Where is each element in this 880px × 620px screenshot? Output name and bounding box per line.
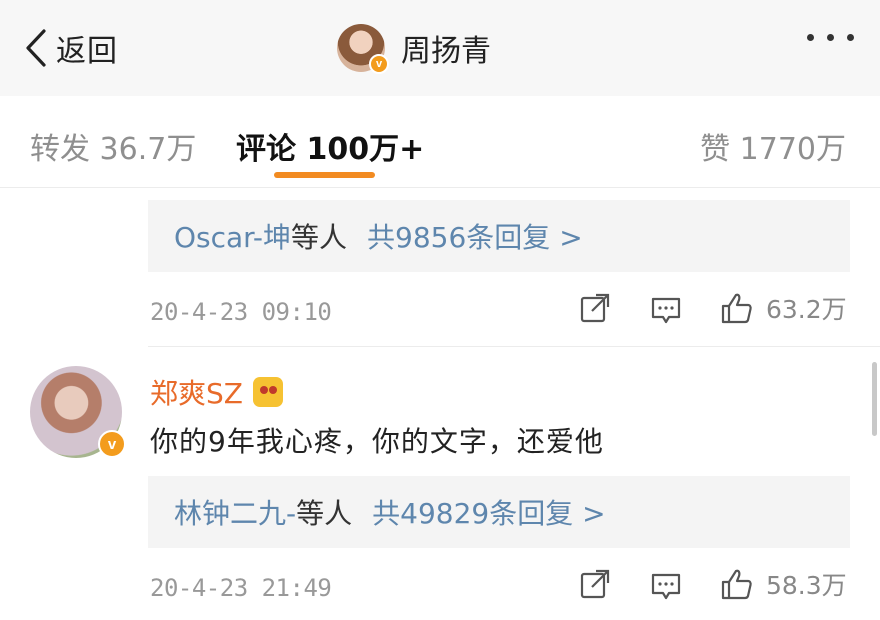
reply-suffix: 等人 — [296, 497, 353, 530]
more-dot — [807, 34, 814, 41]
comment-username[interactable]: 郑爽SZ — [150, 372, 283, 412]
top-bar: 返回 v 周扬青 — [0, 0, 880, 96]
tab-likes[interactable]: 赞 1770万 — [700, 124, 846, 168]
comment-timestamp: 20-4-23 21:49 — [150, 574, 332, 602]
comment-username-text: 郑爽SZ — [150, 377, 243, 410]
verified-badge-icon: v — [369, 54, 389, 74]
reply-count-link[interactable]: 共9856条回复 > — [367, 216, 583, 256]
share-icon[interactable] — [579, 568, 611, 600]
share-icon[interactable] — [579, 292, 611, 324]
comment-divider — [148, 346, 880, 347]
reply-suffix: 等人 — [291, 221, 348, 254]
comment-timestamp: 20-4-23 09:10 — [150, 298, 332, 326]
replies-preview[interactable]: 林钟二九- 等人 共49829条回复 > — [148, 476, 850, 548]
thumbs-up-icon — [721, 569, 752, 600]
active-tab-indicator — [274, 172, 375, 178]
more-dot — [827, 34, 834, 41]
scrollbar[interactable] — [872, 362, 877, 436]
chevron-left-icon — [26, 29, 46, 67]
like-count: 58.3万 — [766, 571, 847, 600]
comment-meta-row: 20-4-23 21:49 58.3万 — [148, 568, 850, 608]
avatar[interactable]: v — [337, 24, 389, 74]
member-emblem-icon — [252, 377, 283, 407]
back-button[interactable]: 返回 — [24, 26, 118, 70]
profile-username[interactable]: 周扬青 — [401, 26, 491, 70]
tab-comments-count: 100万+ — [306, 132, 425, 167]
verified-badge-icon: v — [98, 430, 126, 458]
comment-icon[interactable] — [650, 572, 682, 602]
reply-user-link[interactable]: Oscar-坤 — [174, 216, 291, 256]
reply-count-link[interactable]: 共49829条回复 > — [372, 492, 605, 532]
more-icon[interactable] — [807, 34, 854, 41]
thumbs-up-icon — [721, 293, 752, 324]
comment-text: 你的9年我心疼，你的文字，还爱他 — [150, 425, 604, 458]
comment-icon[interactable] — [650, 296, 682, 326]
like-button[interactable]: 58.3万 — [720, 566, 847, 602]
like-count: 63.2万 — [766, 295, 847, 324]
tab-repost[interactable]: 转发 36.7万 — [30, 124, 196, 168]
tab-repost-count: 36.7万 — [99, 132, 197, 167]
comment-meta-row: 20-4-23 09:10 63.2万 — [148, 292, 850, 332]
tabs-bar: 转发 36.7万 评论 100万+ 赞 1770万 — [0, 96, 880, 188]
back-label: 返回 — [56, 34, 118, 69]
profile-header[interactable]: v 周扬青 — [337, 22, 491, 74]
tab-comments[interactable]: 评论 100万+ — [236, 124, 424, 168]
reply-user-link[interactable]: 林钟二九- — [174, 492, 296, 532]
tab-repost-label: 转发 — [30, 132, 90, 167]
avatar[interactable]: v — [30, 366, 126, 458]
tab-likes-count: 1770万 — [739, 132, 846, 167]
replies-preview[interactable]: Oscar-坤 等人 共9856条回复 > — [148, 200, 850, 272]
tab-likes-label: 赞 — [700, 132, 731, 167]
tab-comments-label: 评论 — [236, 132, 296, 167]
like-button[interactable]: 63.2万 — [720, 290, 847, 326]
more-dot — [847, 34, 854, 41]
